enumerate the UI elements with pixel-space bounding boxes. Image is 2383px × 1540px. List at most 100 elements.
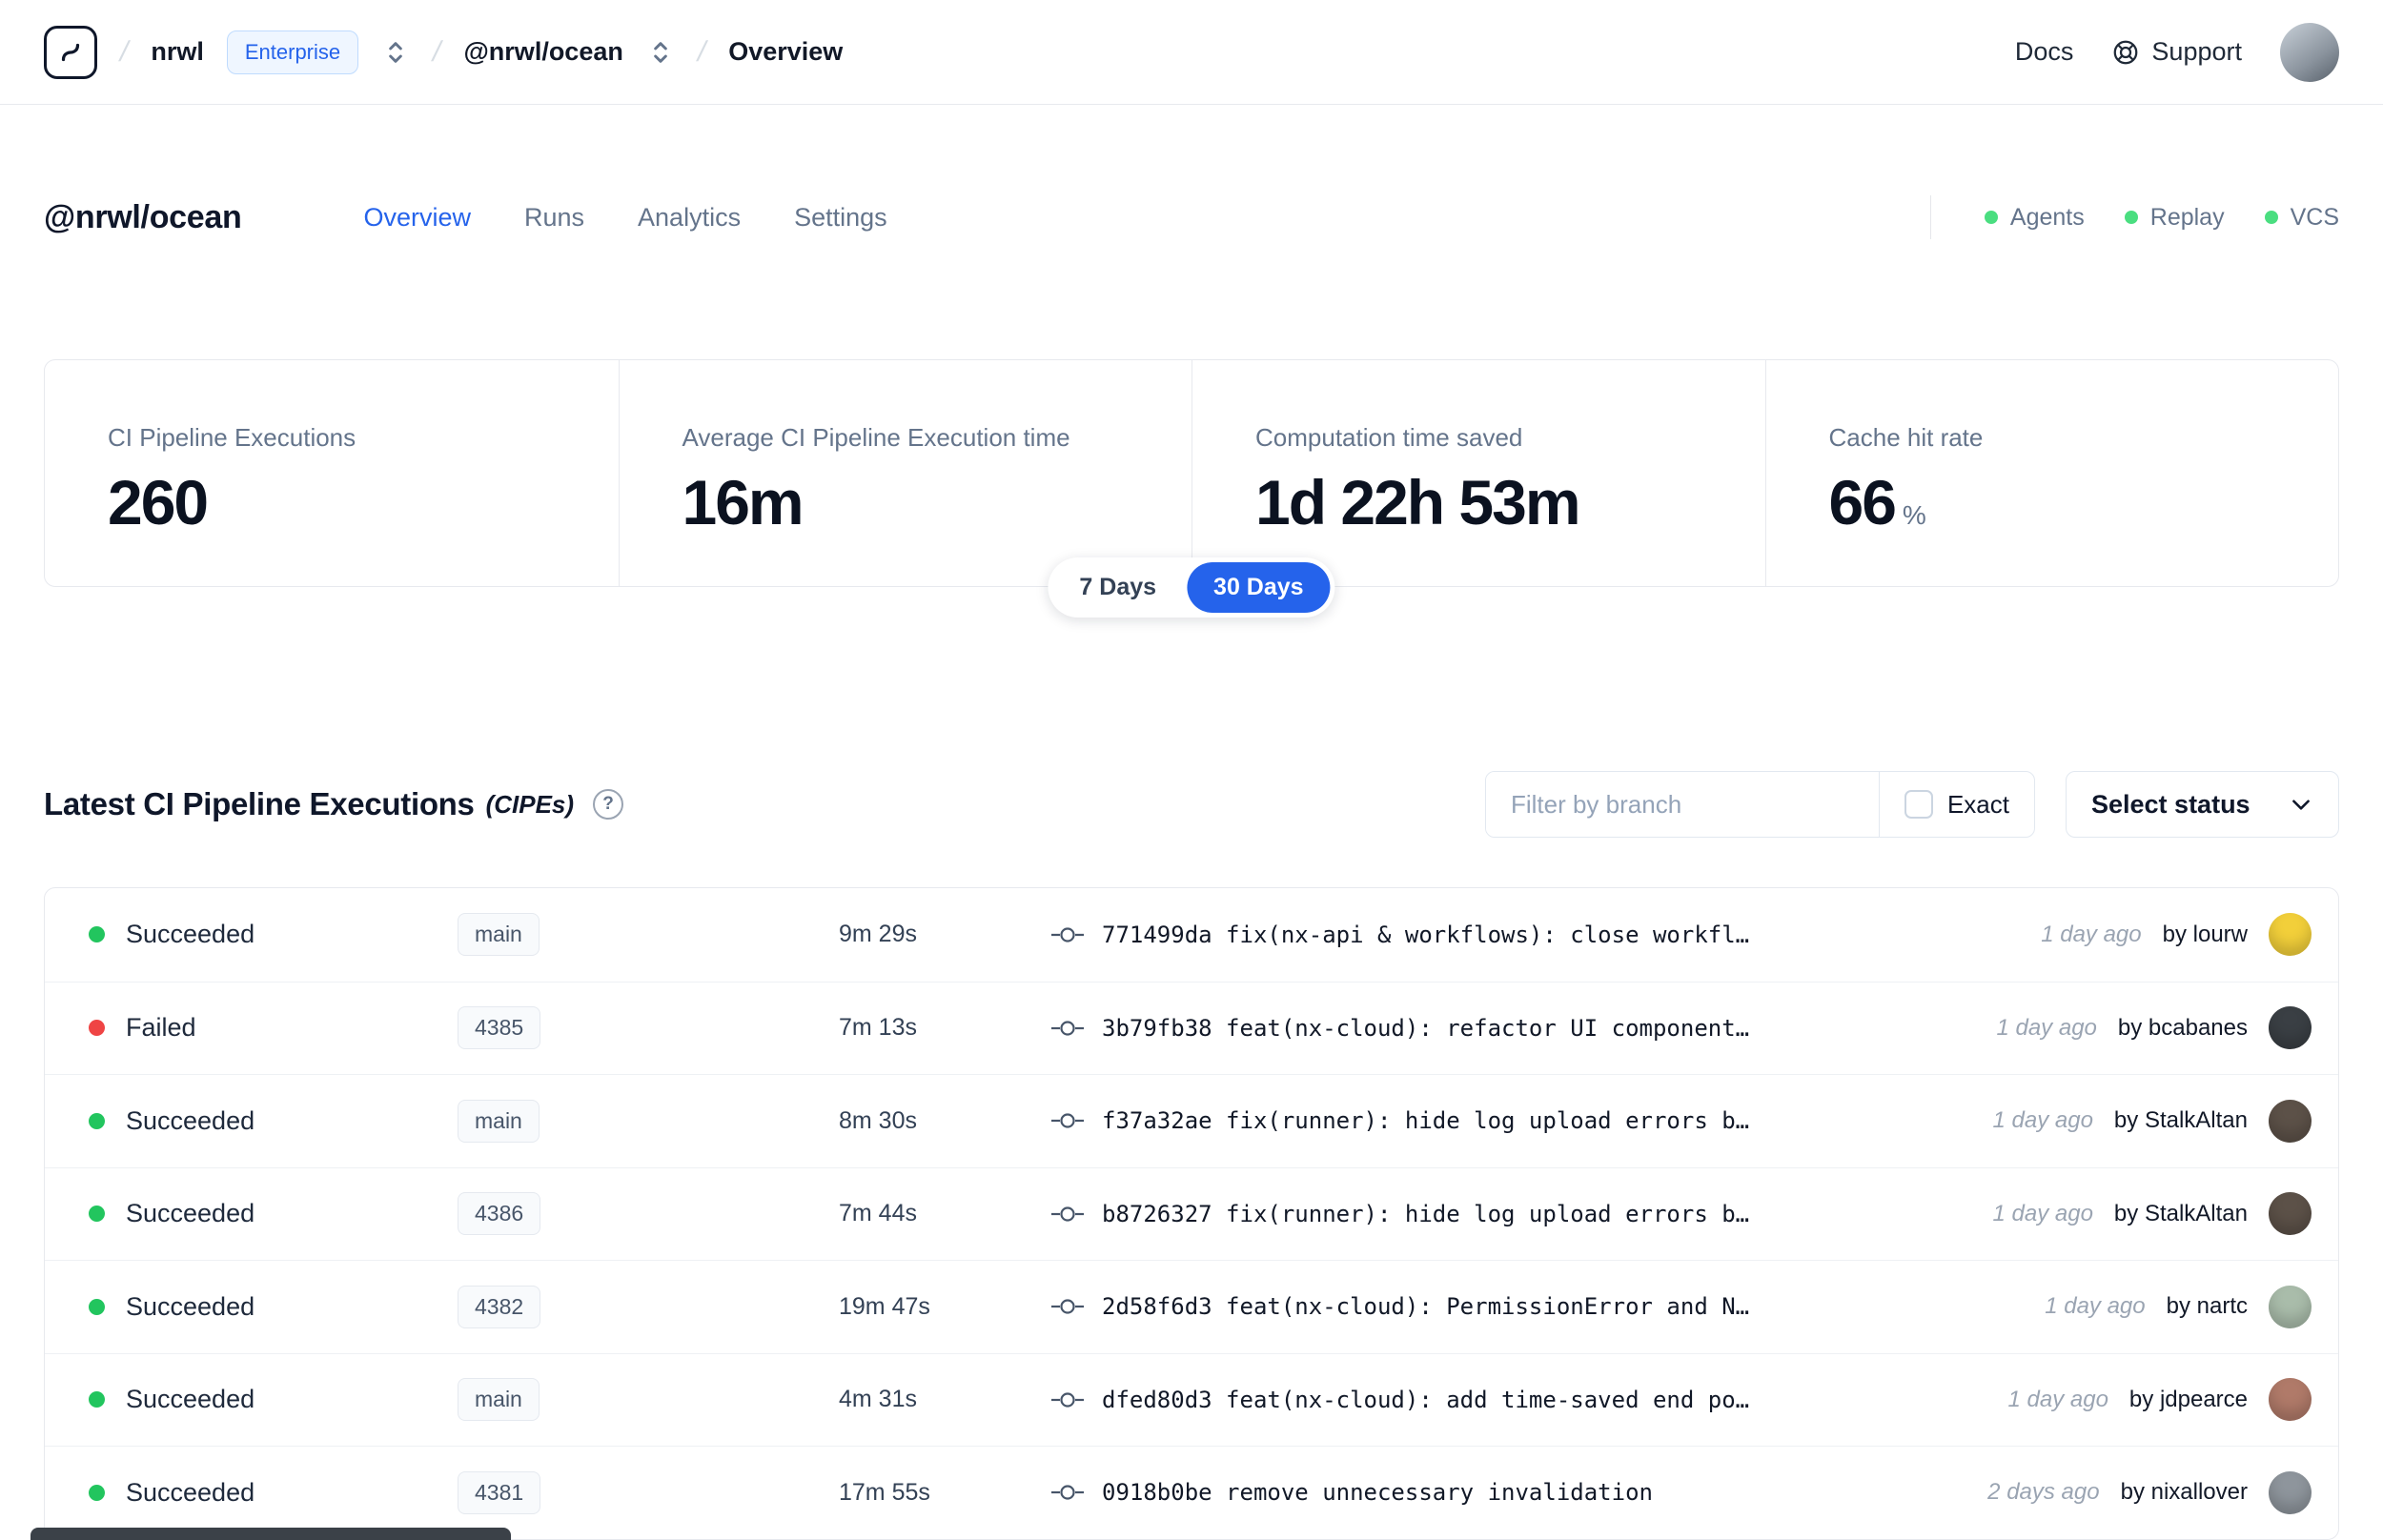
- commit-cell[interactable]: 0918b0be remove unnecessary invalidation: [1050, 1479, 1959, 1506]
- commit-message: 3b79fb38 feat(nx-cloud): refactor UI com…: [1102, 1014, 1750, 1042]
- breadcrumb-page: Overview: [728, 37, 844, 66]
- green-dot-icon: [2264, 211, 2278, 224]
- author: by StalkAltan: [2113, 1200, 2248, 1226]
- table-row[interactable]: Succeeded main 8m 30s f37a32ae fix(runne…: [45, 1074, 2338, 1167]
- indicator-vcs[interactable]: VCS: [2264, 204, 2339, 232]
- status-label: Succeeded: [126, 1105, 255, 1135]
- branch-badge[interactable]: 4381: [458, 1470, 541, 1514]
- commit-message: dfed80d3 feat(nx-cloud): add time-saved …: [1102, 1386, 1750, 1413]
- commit-cell[interactable]: dfed80d3 feat(nx-cloud): add time-saved …: [1050, 1387, 1980, 1413]
- workspace-tabs: Overview Runs Analytics Settings: [363, 203, 886, 233]
- cipes-title-suffix: (CIPEs): [485, 789, 575, 819]
- branch-badge[interactable]: main: [458, 913, 540, 957]
- status-cell: Succeeded: [89, 920, 458, 949]
- breadcrumb-separator: /: [429, 35, 445, 68]
- indicator-replay[interactable]: Replay: [2124, 204, 2225, 232]
- status-dot-icon: [89, 1298, 105, 1315]
- author-avatar[interactable]: [2269, 1285, 2312, 1328]
- org-selector-chevrons-icon[interactable]: [381, 33, 410, 71]
- branch-badge[interactable]: 4386: [458, 1192, 541, 1236]
- commit-cell[interactable]: 2d58f6d3 feat(nx-cloud): PermissionError…: [1050, 1293, 2016, 1320]
- stat-label: Computation time saved: [1255, 423, 1523, 452]
- author-avatar[interactable]: [2269, 913, 2312, 957]
- author-avatar[interactable]: [2269, 1470, 2312, 1514]
- enterprise-badge: Enterprise: [226, 30, 359, 74]
- range-30-days-button[interactable]: 30 Days: [1187, 562, 1331, 613]
- author-avatar[interactable]: [2269, 1006, 2312, 1050]
- branch-badge[interactable]: 4382: [458, 1285, 541, 1328]
- git-commit-icon: [1050, 923, 1085, 946]
- stat-card-avg-time: Average CI Pipeline Execution time 16m: [618, 360, 1192, 586]
- nx-cloud-logo-icon[interactable]: [44, 25, 97, 79]
- cipe-table: Succeeded main 9m 29s 771499da fix(nx-ap…: [44, 887, 2339, 1540]
- exact-filter[interactable]: Exact: [1878, 772, 2034, 837]
- author-avatar[interactable]: [2269, 1192, 2312, 1236]
- range-7-days-button[interactable]: 7 Days: [1052, 562, 1183, 613]
- table-row[interactable]: Succeeded main 9m 29s 771499da fix(nx-ap…: [45, 888, 2338, 982]
- user-avatar[interactable]: [2280, 22, 2339, 82]
- status-label: Succeeded: [126, 1291, 255, 1321]
- table-row[interactable]: Failed 4385 7m 13s 3b79fb38 feat(nx-clou…: [45, 981, 2338, 1075]
- commit-cell[interactable]: b8726327 fix(runner): hide log upload er…: [1050, 1201, 1965, 1227]
- git-commit-icon: [1050, 1109, 1085, 1132]
- tab-settings[interactable]: Settings: [794, 203, 887, 233]
- stat-label: Average CI Pipeline Execution time: [682, 423, 1070, 452]
- breadcrumb-workspace[interactable]: @nrwl/ocean: [463, 37, 622, 67]
- duration-cell: 7m 44s: [839, 1200, 917, 1227]
- docs-link[interactable]: Docs: [2015, 37, 2074, 67]
- status-label: Succeeded: [126, 1477, 255, 1507]
- branch-cell: main: [458, 1099, 839, 1143]
- branch-filter-input[interactable]: [1485, 772, 1879, 837]
- branch-badge[interactable]: main: [458, 1099, 540, 1143]
- cipes-section: Latest CI Pipeline Executions (CIPEs) ? …: [44, 771, 2339, 1540]
- workspace-selector-chevrons-icon[interactable]: [646, 33, 675, 71]
- meta-cell: 1 day ago by jdpearce: [2007, 1378, 2312, 1422]
- stat-value: 1d 22h 53m: [1255, 467, 1581, 537]
- status-label: Succeeded: [126, 1385, 255, 1414]
- table-row[interactable]: Succeeded 4386 7m 44s b8726327 fix(runne…: [45, 1166, 2338, 1261]
- status-cell: Succeeded: [89, 1478, 458, 1508]
- branch-badge[interactable]: 4385: [458, 1006, 541, 1050]
- table-row[interactable]: Succeeded 4381 17m 55s 0918b0be remove u…: [45, 1446, 2338, 1539]
- duration-cell: 17m 55s: [839, 1478, 930, 1506]
- branch-badge[interactable]: main: [458, 1378, 540, 1422]
- indicator-agents[interactable]: Agents: [1984, 204, 2085, 232]
- stat-value: 260: [108, 467, 209, 537]
- tab-overview[interactable]: Overview: [363, 203, 471, 233]
- select-status-dropdown[interactable]: Select status: [2066, 771, 2339, 838]
- status-label: Failed: [126, 1013, 196, 1043]
- tab-analytics[interactable]: Analytics: [638, 203, 741, 233]
- support-link[interactable]: Support: [2111, 37, 2242, 67]
- table-row[interactable]: Succeeded 4382 19m 47s 2d58f6d3 feat(nx-…: [45, 1260, 2338, 1353]
- breadcrumb: / nrwl Enterprise / @nrwl/ocean / Overvi…: [44, 25, 844, 79]
- commit-cell[interactable]: 771499da fix(nx-api & workflows): close …: [1050, 922, 2012, 948]
- author: by jdpearce: [2128, 1386, 2248, 1412]
- exact-checkbox[interactable]: [1904, 790, 1933, 819]
- author: by nixallover: [2120, 1479, 2248, 1506]
- date-range-toggle: 7 Days 30 Days: [1048, 557, 1335, 618]
- status-dot-icon: [89, 1484, 105, 1501]
- duration-cell: 7m 13s: [839, 1014, 917, 1042]
- author: by bcabanes: [2117, 1014, 2248, 1041]
- table-row[interactable]: Succeeded main 4m 31s dfed80d3 feat(nx-c…: [45, 1352, 2338, 1447]
- chevron-down-icon: [2289, 792, 2313, 817]
- branch-cell: 4385: [458, 1006, 839, 1050]
- help-icon[interactable]: ?: [593, 789, 624, 820]
- status-cell: Succeeded: [89, 1385, 458, 1414]
- relative-time: 1 day ago: [1992, 1200, 2093, 1226]
- tab-runs[interactable]: Runs: [524, 203, 584, 233]
- green-dot-icon: [1984, 211, 1998, 224]
- git-commit-icon: [1050, 1017, 1085, 1040]
- branch-cell: 4382: [458, 1285, 839, 1328]
- author-avatar[interactable]: [2269, 1378, 2312, 1422]
- relative-time: 1 day ago: [2045, 1293, 2146, 1320]
- commit-cell[interactable]: f37a32ae fix(runner): hide log upload er…: [1050, 1107, 1965, 1134]
- author-avatar[interactable]: [2269, 1099, 2312, 1143]
- relative-time: 1 day ago: [2007, 1386, 2108, 1412]
- commit-cell[interactable]: 3b79fb38 feat(nx-cloud): refactor UI com…: [1050, 1015, 1967, 1042]
- breadcrumb-org[interactable]: nrwl: [151, 37, 204, 67]
- divider: [1929, 195, 1931, 239]
- status-dot-icon: [89, 1112, 105, 1129]
- commit-message: 2d58f6d3 feat(nx-cloud): PermissionError…: [1102, 1293, 1750, 1321]
- stat-value: 66%: [1828, 467, 1926, 537]
